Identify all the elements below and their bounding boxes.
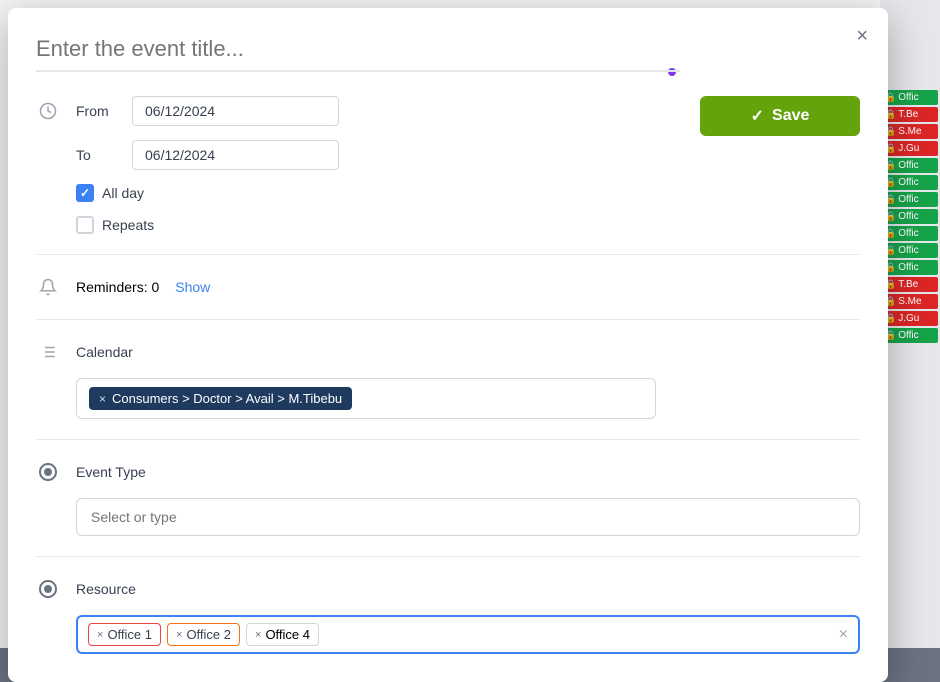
resource-tag-2: × Office 2 bbox=[167, 623, 240, 646]
repeats-checkbox-label[interactable]: Repeats bbox=[76, 216, 154, 234]
event-type-selector-wrapper bbox=[76, 498, 860, 536]
event-title-input[interactable] bbox=[36, 32, 680, 72]
divider-4 bbox=[36, 556, 860, 557]
reminders-text: Reminders: 0 bbox=[76, 279, 159, 295]
to-label: To bbox=[76, 147, 116, 163]
calendar-event-item: 🔒Offic bbox=[882, 328, 938, 343]
resource-row: Resource bbox=[36, 577, 860, 601]
save-label: Save bbox=[772, 107, 809, 125]
divider-2 bbox=[36, 319, 860, 320]
calendar-event-item: 🔒Offic bbox=[882, 243, 938, 258]
save-button[interactable]: ✓ Save bbox=[700, 96, 860, 136]
to-spacer bbox=[36, 143, 60, 167]
calendar-field[interactable]: × Consumers > Doctor > Avail > M.Tibebu bbox=[76, 378, 656, 419]
all-day-checkbox[interactable]: ✓ bbox=[76, 184, 94, 202]
resource-tag-1-label: Office 1 bbox=[107, 627, 152, 642]
resource-label: Resource bbox=[76, 581, 136, 597]
resource-tag-1-close-icon[interactable]: × bbox=[97, 629, 103, 641]
divider-1 bbox=[36, 254, 860, 255]
resource-search-input[interactable] bbox=[325, 625, 833, 645]
to-row: To bbox=[36, 140, 860, 170]
list-icon bbox=[36, 340, 60, 364]
calendar-event-item: 🔒J.Gu bbox=[882, 311, 938, 326]
resource-tag-2-label: Office 2 bbox=[186, 627, 231, 642]
calendar-event-item: 🔒J.Gu bbox=[882, 141, 938, 156]
event-type-row: Event Type bbox=[36, 460, 860, 484]
resource-field[interactable]: × Office 1 × Office 2 × Office 4 × bbox=[76, 615, 860, 654]
calendar-tag-text: Consumers > Doctor > Avail > M.Tibebu bbox=[112, 391, 342, 406]
calendar-event-item: 🔒S.Me bbox=[882, 124, 938, 139]
calendar-events-panel: 🔒Offic 🔒T.Be 🔒S.Me 🔒J.Gu 🔒Offic 🔒Offic 🔒Offic 🔒… bbox=[880, 0, 940, 648]
resource-tag-1: × Office 1 bbox=[88, 623, 161, 646]
calendar-label: Calendar bbox=[76, 344, 133, 360]
resource-tag-3: × Office 4 bbox=[246, 623, 319, 646]
calendar-event-item: 🔒T.Be bbox=[882, 107, 938, 122]
to-date-input[interactable] bbox=[132, 140, 339, 170]
divider-3 bbox=[36, 439, 860, 440]
event-type-radio-icon bbox=[36, 460, 60, 484]
resource-radio-icon bbox=[36, 577, 60, 601]
repeats-row: Repeats bbox=[76, 216, 860, 234]
resource-tag-3-close-icon[interactable]: × bbox=[255, 629, 261, 641]
bell-icon bbox=[36, 275, 60, 299]
from-label: From bbox=[76, 103, 116, 119]
form-section: From To ✓ All day Repeats bbox=[36, 96, 860, 654]
event-type-input[interactable] bbox=[76, 498, 860, 536]
from-date-input[interactable] bbox=[132, 96, 339, 126]
calendar-row: Calendar bbox=[36, 340, 860, 364]
resource-tag-3-label: Office 4 bbox=[265, 627, 310, 642]
calendar-selector-wrapper: × Consumers > Doctor > Avail > M.Tibebu bbox=[76, 378, 860, 419]
repeats-label: Repeats bbox=[102, 217, 154, 233]
checkbox-section: ✓ All day bbox=[76, 184, 860, 202]
all-day-checkbox-label[interactable]: ✓ All day bbox=[76, 184, 144, 202]
calendar-event-item: 🔒Offic bbox=[882, 260, 938, 275]
calendar-event-item: 🔒T.Be bbox=[882, 277, 938, 292]
all-day-label: All day bbox=[102, 185, 144, 201]
all-day-check-icon: ✓ bbox=[80, 186, 90, 200]
event-type-label: Event Type bbox=[76, 464, 146, 480]
resource-field-wrapper: × Office 1 × Office 2 × Office 4 × bbox=[76, 615, 860, 654]
calendar-event-item: 🔒Offic bbox=[882, 175, 938, 190]
clock-icon bbox=[36, 99, 60, 123]
calendar-event-item: 🔒Offic bbox=[882, 90, 938, 105]
calendar-tag: × Consumers > Doctor > Avail > M.Tibebu bbox=[89, 387, 352, 410]
calendar-event-item: 🔒Offic bbox=[882, 158, 938, 173]
reminders-row: Reminders: 0 Show bbox=[36, 275, 860, 299]
event-modal: × ✓ Save From To bbox=[8, 8, 888, 682]
title-section bbox=[36, 32, 680, 76]
repeats-checkbox[interactable] bbox=[76, 216, 94, 234]
reminders-show-link[interactable]: Show bbox=[175, 279, 210, 295]
resource-tag-2-close-icon[interactable]: × bbox=[176, 629, 182, 641]
calendar-event-item: 🔒S.Me bbox=[882, 294, 938, 309]
calendar-event-item: 🔒Offic bbox=[882, 192, 938, 207]
resource-clear-icon[interactable]: × bbox=[839, 626, 848, 644]
calendar-event-item: 🔒Offic bbox=[882, 209, 938, 224]
save-check-icon: ✓ bbox=[751, 106, 764, 126]
calendar-tag-close-icon[interactable]: × bbox=[99, 392, 106, 406]
close-button[interactable]: × bbox=[852, 22, 872, 50]
calendar-event-item: 🔒Offic bbox=[882, 226, 938, 241]
